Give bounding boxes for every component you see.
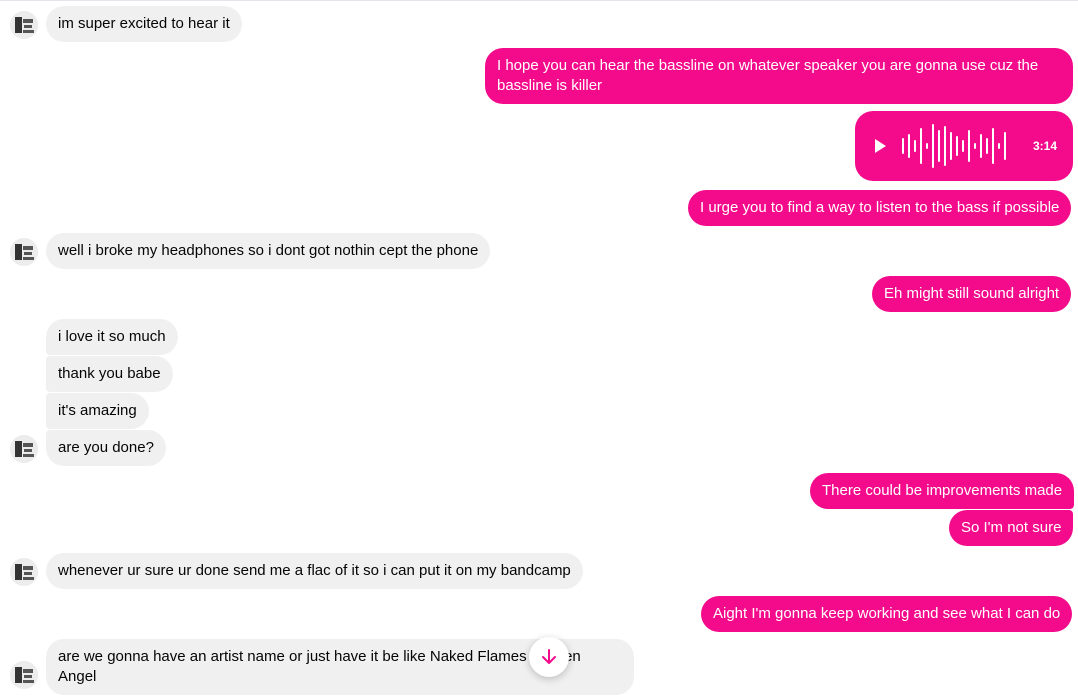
message-thread[interactable]: im super excited to hear it I hope you c… xyxy=(0,0,1078,698)
contact-avatar[interactable] xyxy=(10,238,38,266)
outgoing-message[interactable]: There could be improvements made xyxy=(810,473,1075,509)
incoming-message[interactable]: it's amazing xyxy=(46,393,149,429)
incoming-message[interactable]: thank you babe xyxy=(46,356,173,392)
outgoing-message[interactable]: I urge you to find a way to listen to th… xyxy=(688,190,1072,226)
incoming-message[interactable]: i love it so much xyxy=(46,319,178,355)
contact-avatar[interactable] xyxy=(10,558,38,586)
play-icon[interactable] xyxy=(871,137,889,155)
audio-duration: 3:14 xyxy=(1032,139,1057,153)
outgoing-message[interactable]: Aight I'm gonna keep working and see wha… xyxy=(701,596,1073,632)
outgoing-message[interactable]: I hope you can hear the bassline on what… xyxy=(485,48,1073,104)
incoming-message[interactable]: well i broke my headphones so i dont got… xyxy=(46,233,491,269)
arrow-down-icon xyxy=(542,649,556,664)
scroll-to-bottom-button[interactable] xyxy=(529,637,569,677)
incoming-message[interactable]: are you done? xyxy=(46,430,166,466)
incoming-message[interactable]: whenever ur sure ur done send me a flac … xyxy=(46,553,583,589)
incoming-message[interactable]: im super excited to hear it xyxy=(46,6,242,42)
contact-avatar[interactable] xyxy=(10,435,38,463)
waveform[interactable] xyxy=(901,121,1013,171)
contact-avatar[interactable] xyxy=(10,661,38,689)
outgoing-message[interactable]: Eh might still sound alright xyxy=(872,276,1072,312)
contact-avatar[interactable] xyxy=(10,11,38,39)
voice-message[interactable]: 3:14 xyxy=(855,111,1073,181)
outgoing-message[interactable]: So I'm not sure xyxy=(949,510,1074,546)
